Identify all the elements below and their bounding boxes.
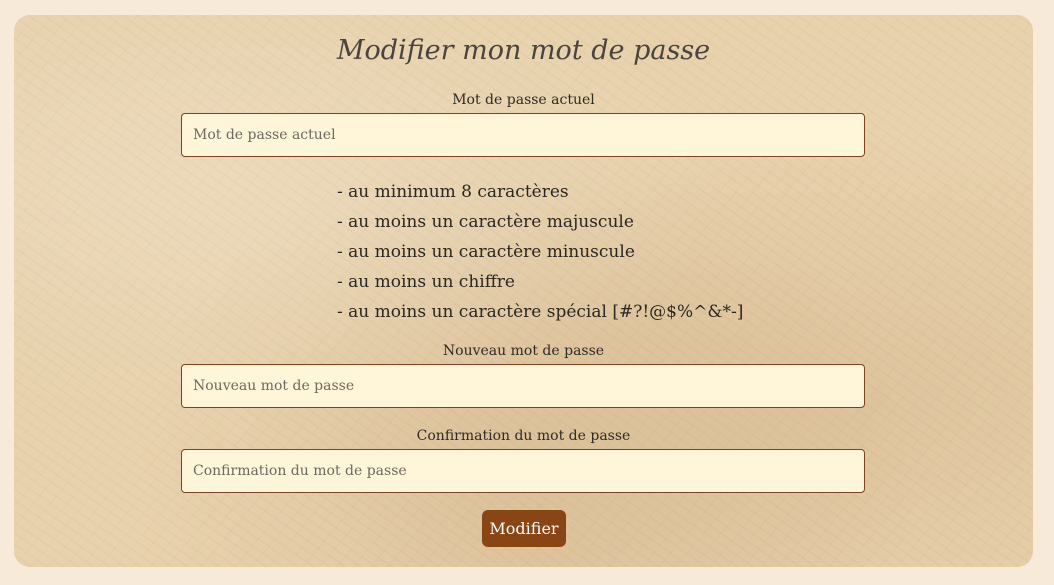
confirm-password-input[interactable] [181,449,865,493]
new-password-label: Nouveau mot de passe [442,343,605,359]
new-password-input[interactable] [181,364,865,408]
password-rule: - au moins un caractère majuscule [337,212,634,232]
password-rule: - au moins un caractère minuscule [337,242,635,262]
confirm-password-label: Confirmation du mot de passe [416,428,631,444]
password-form-card: Modifier mon mot de passe Mot de passe a… [14,15,1033,567]
password-rule: - au minimum 8 caractères [337,182,569,202]
password-rules-list: - au minimum 8 caractères - au moins un … [337,177,743,327]
password-rule: - au moins un chiffre [337,272,515,292]
current-password-input[interactable] [181,113,865,157]
page-title: Modifier mon mot de passe [336,35,711,66]
modify-button[interactable]: Modifier [482,510,566,547]
password-rule: - au moins un caractère spécial [#?!@$%^… [337,302,744,322]
current-password-label: Mot de passe actuel [452,92,595,108]
